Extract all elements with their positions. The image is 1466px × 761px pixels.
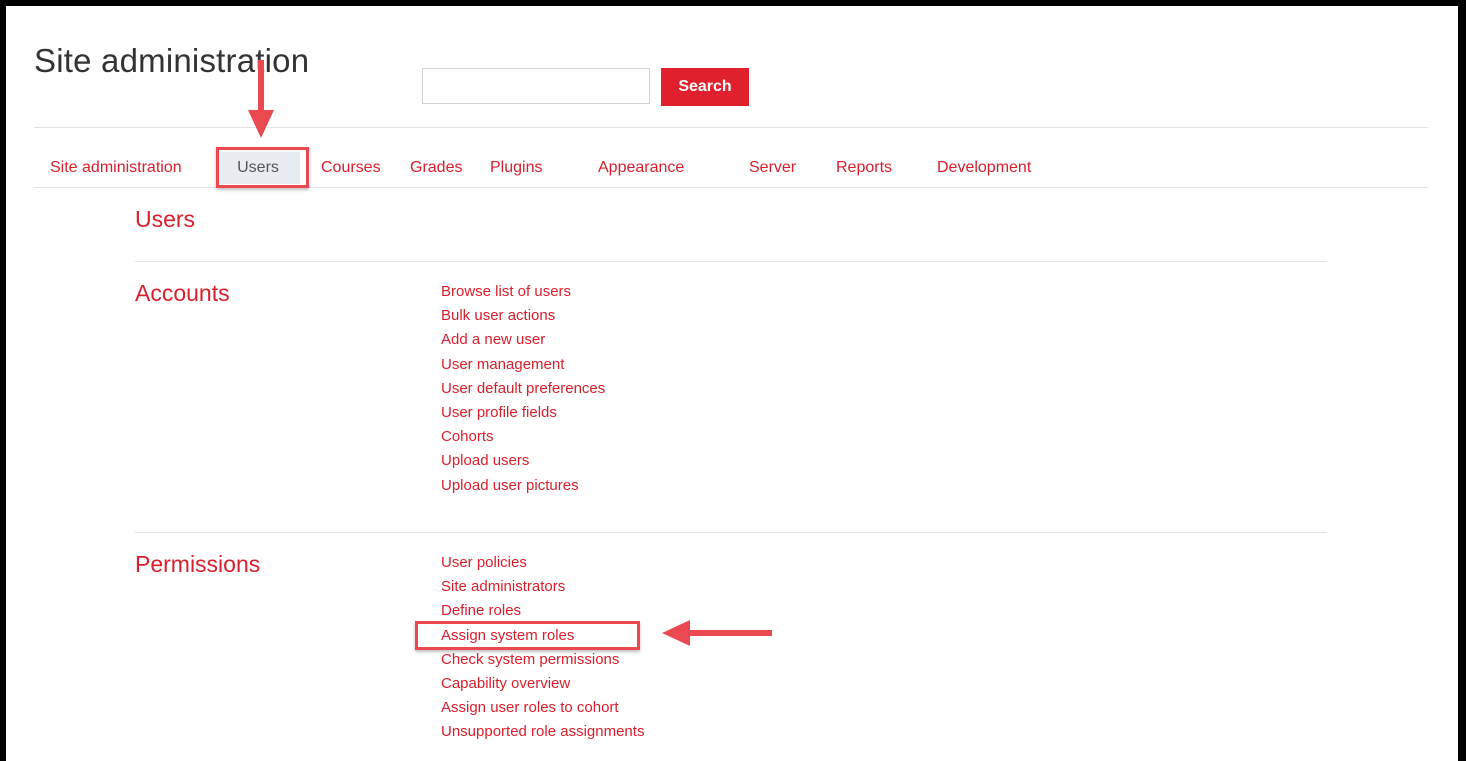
- link-site-administrators[interactable]: Site administrators: [441, 575, 644, 599]
- search-button[interactable]: Search: [661, 68, 749, 106]
- tab-development[interactable]: Development: [937, 152, 1031, 184]
- tab-appearance[interactable]: Appearance: [598, 152, 684, 184]
- left-arrow-icon: [662, 620, 772, 646]
- tab-grades[interactable]: Grades: [410, 152, 462, 184]
- link-upload-users[interactable]: Upload users: [441, 449, 605, 473]
- link-bulk-user-actions[interactable]: Bulk user actions: [441, 304, 605, 328]
- link-browse-list-of-users[interactable]: Browse list of users: [441, 280, 605, 304]
- link-user-profile-fields[interactable]: User profile fields: [441, 401, 605, 425]
- link-check-system-permissions[interactable]: Check system permissions: [441, 648, 644, 672]
- link-add-new-user[interactable]: Add a new user: [441, 328, 605, 352]
- category-heading: Users: [135, 206, 196, 232]
- permissions-heading[interactable]: Permissions: [135, 551, 260, 578]
- page-frame: Site administration Search Site administ…: [6, 6, 1458, 761]
- tab-reports[interactable]: Reports: [836, 152, 892, 184]
- link-assign-user-roles-to-cohort[interactable]: Assign user roles to cohort: [441, 696, 644, 720]
- header-divider: [34, 127, 1428, 128]
- tab-plugins[interactable]: Plugins: [490, 152, 542, 184]
- tab-courses[interactable]: Courses: [321, 152, 381, 184]
- link-capability-overview[interactable]: Capability overview: [441, 672, 644, 696]
- assign-system-roles-highlight: [415, 621, 640, 650]
- link-upload-user-pictures[interactable]: Upload user pictures: [441, 474, 605, 498]
- link-user-management[interactable]: User management: [441, 353, 605, 377]
- link-user-default-preferences[interactable]: User default preferences: [441, 377, 605, 401]
- tab-site-administration[interactable]: Site administration: [50, 152, 182, 184]
- section-divider: [135, 532, 1327, 533]
- link-unsupported-role-assignments[interactable]: Unsupported role assignments: [441, 720, 644, 744]
- link-user-policies[interactable]: User policies: [441, 551, 644, 575]
- users-tab-highlight: [216, 147, 309, 188]
- tab-server[interactable]: Server: [749, 152, 796, 184]
- section-divider: [135, 261, 1327, 262]
- accounts-heading[interactable]: Accounts: [135, 280, 230, 307]
- search-input[interactable]: [422, 68, 650, 104]
- accounts-links: Browse list of users Bulk user actions A…: [441, 280, 605, 498]
- link-cohorts[interactable]: Cohorts: [441, 425, 605, 449]
- link-define-roles[interactable]: Define roles: [441, 599, 644, 623]
- down-arrow-icon: [248, 60, 274, 138]
